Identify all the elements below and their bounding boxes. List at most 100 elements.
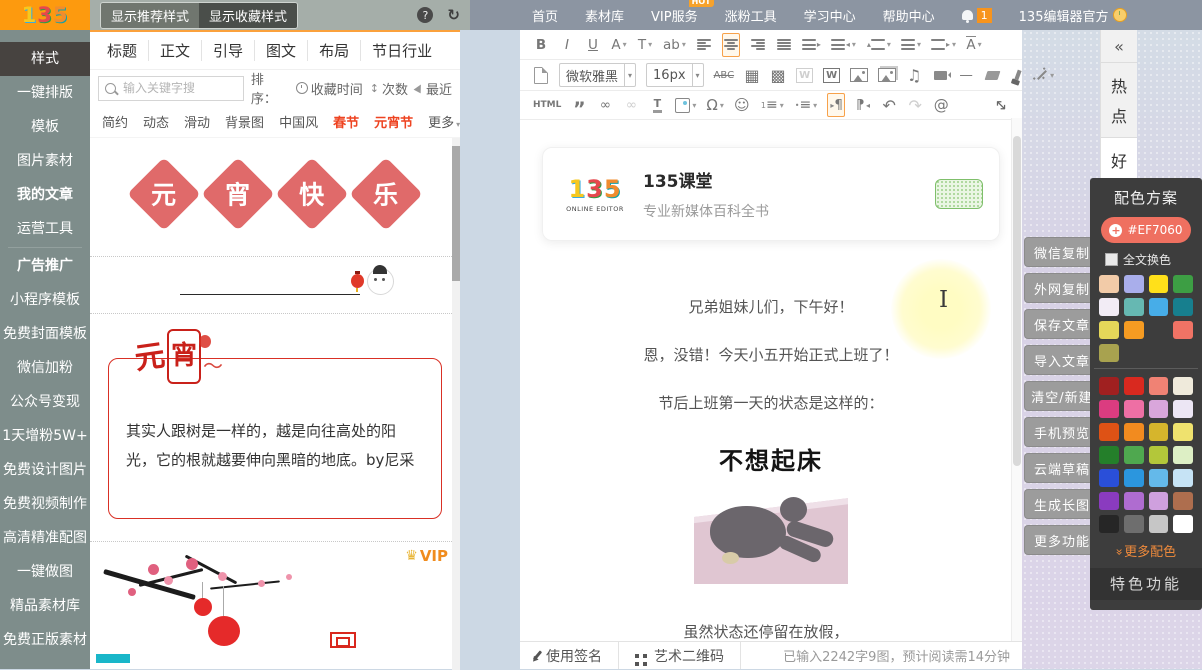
text-background-button[interactable]: ab▾ <box>663 34 686 56</box>
meme-image[interactable]: 不想起床 <box>694 441 848 584</box>
clear-new-button[interactable]: 清空/新建 <box>1024 381 1100 411</box>
image-gallery-button[interactable] <box>878 64 896 86</box>
color-swatch[interactable] <box>1149 377 1169 395</box>
tab-title-styles[interactable]: 标题 <box>96 40 149 61</box>
sidebar-item-hd-images[interactable]: 高清精准配图 <box>0 521 90 555</box>
sidebar-item-fans-growth[interactable]: 1天增粉5W+ <box>0 419 90 453</box>
align-right-button[interactable] <box>750 34 766 56</box>
strikethrough-button[interactable]: ABC <box>714 64 735 86</box>
tab-guide-styles[interactable]: 引导 <box>202 40 255 61</box>
category-dynamic[interactable]: 动态 <box>143 112 169 131</box>
sidebar-item-styles[interactable]: 样式 <box>0 42 90 76</box>
underline-button[interactable]: U <box>585 34 601 56</box>
more-colors-button[interactable]: »更多配色 <box>1090 538 1202 563</box>
style-item-lantern-diamonds[interactable]: 元 宵 快 乐 <box>90 138 460 257</box>
color-swatch[interactable] <box>1099 377 1119 395</box>
show-recommended-styles-button[interactable]: 显示推荐样式 <box>101 3 199 28</box>
bold-button[interactable]: B <box>533 34 549 56</box>
align-left-button[interactable] <box>696 34 712 56</box>
html-source-button[interactable]: HTML <box>533 94 561 116</box>
insert-music-button[interactable]: ♫ <box>906 64 922 86</box>
unordered-list-button[interactable]: •≡▾ <box>794 94 817 116</box>
color-swatch[interactable] <box>1149 446 1169 464</box>
category-more[interactable]: 更多▾ <box>428 112 460 131</box>
wechat-copy-button[interactable]: 微信复制 <box>1024 237 1100 267</box>
sidebar-item-one-click-layout[interactable]: 一键排版 <box>0 76 90 110</box>
indent-button[interactable]: ▸ <box>802 34 821 56</box>
line-height-button[interactable]: ▾ <box>901 34 921 56</box>
external-copy-button[interactable]: 外网复制 <box>1024 273 1100 303</box>
color-swatch[interactable] <box>1124 446 1144 464</box>
align-justify-button[interactable] <box>776 34 792 56</box>
scrollbar-thumb[interactable] <box>452 146 460 281</box>
rtl-paragraph-button[interactable]: ¶◂ <box>855 94 871 116</box>
nav-home[interactable]: 首页 <box>532 6 558 25</box>
editor-content[interactable]: 135 ONLINE EDITOR 135课堂 专业新媒体百科全书 兄弟姐妹儿们… <box>520 120 1022 644</box>
sidebar-item-ad-promotion[interactable]: 广告推广 <box>0 249 90 283</box>
style-item-chick-divider[interactable] <box>90 257 460 314</box>
color-swatch[interactable] <box>1099 298 1119 316</box>
ordered-list-button[interactable]: 1≡▾ <box>760 94 784 116</box>
color-swatch[interactable] <box>1124 515 1144 533</box>
color-swatch[interactable] <box>1099 469 1119 487</box>
sidebar-item-free-cover-templates[interactable]: 免费封面模板 <box>0 317 90 351</box>
sidebar-item-operation-tools[interactable]: 运营工具 <box>0 212 90 246</box>
category-simple[interactable]: 简约 <box>102 112 128 131</box>
color-swatch[interactable] <box>1173 469 1193 487</box>
use-signature-button[interactable]: 使用签名 <box>520 642 619 669</box>
color-swatch[interactable] <box>1149 423 1169 441</box>
color-swatch[interactable] <box>1124 377 1144 395</box>
insert-link-button[interactable]: ∞ <box>597 94 613 116</box>
unlink-button[interactable]: ∞ <box>623 94 639 116</box>
color-swatch[interactable] <box>1124 423 1144 441</box>
sidebar-item-wechat-fans[interactable]: 微信加粉 <box>0 351 90 385</box>
redo-button[interactable]: ↷ <box>907 94 923 116</box>
color-swatch[interactable] <box>1124 321 1144 339</box>
outdent-button[interactable]: ◂▾ <box>831 34 856 56</box>
tab-hot-topics[interactable]: 热点 <box>1101 63 1137 138</box>
sidebar-item-templates[interactable]: 模板 <box>0 110 90 144</box>
sort-by-recent[interactable]: 最近 <box>415 79 452 98</box>
format-painter-button[interactable] <box>1010 64 1026 86</box>
sidebar-item-image-material[interactable]: 图片素材 <box>0 144 90 178</box>
nav-vip-service[interactable]: VIP服务HOT <box>651 6 698 25</box>
color-swatch[interactable] <box>1099 515 1119 533</box>
sidebar-item-free-video-production[interactable]: 免费视频制作 <box>0 487 90 521</box>
color-swatch[interactable] <box>1173 423 1193 441</box>
color-swatch[interactable] <box>1173 321 1193 339</box>
category-lantern-festival[interactable]: 元宵节 <box>374 112 413 131</box>
follow-button[interactable] <box>935 179 983 209</box>
style-item-quote-box[interactable]: 元 宵 〜 其实人跟树是一样的，越是向往高处的阳光，它的根就越要伸向黑暗的地底。… <box>90 314 460 542</box>
text-direction-button[interactable]: A▾ <box>966 34 982 56</box>
color-swatch[interactable] <box>1149 275 1169 293</box>
insert-table-button[interactable]: ▦ <box>744 64 760 86</box>
color-swatch[interactable] <box>1124 469 1144 487</box>
font-size-select[interactable]: 16px▾ <box>646 63 704 87</box>
show-favorite-styles-button[interactable]: 显示收藏样式 <box>199 3 297 28</box>
blockquote-button[interactable]: ” <box>571 98 587 120</box>
generate-long-image-button[interactable]: 生成长图 <box>1024 489 1100 519</box>
135-classroom-card[interactable]: 135 ONLINE EDITOR 135课堂 专业新媒体百科全书 <box>542 147 1000 241</box>
app-logo[interactable]: 135 <box>0 0 90 30</box>
style-list-scrollbar[interactable] <box>452 138 460 670</box>
art-qrcode-button[interactable]: 艺术二维码 <box>619 642 741 669</box>
search-input[interactable] <box>121 80 237 96</box>
mention-button[interactable]: @ <box>933 94 949 116</box>
paragraph[interactable]: 兄弟姐妹儿们，下午好！ <box>520 297 1022 318</box>
text-border-button[interactable]: T <box>649 94 665 116</box>
container-style-button[interactable]: ▾ <box>675 94 696 116</box>
nav-material-library[interactable]: 素材库 <box>585 6 624 25</box>
sort-by-favorite-time[interactable]: 收藏时间 <box>296 79 363 98</box>
color-swatch[interactable] <box>1099 275 1119 293</box>
color-swatch[interactable] <box>1173 446 1193 464</box>
text-effect-button[interactable]: T▾ <box>637 34 653 56</box>
new-document-button[interactable] <box>533 64 549 86</box>
save-article-button[interactable]: 保存文章 <box>1024 309 1100 339</box>
paragraph-spacing-button[interactable]: ▴▾ <box>866 34 891 56</box>
tab-layout-styles[interactable]: 布局 <box>308 40 361 61</box>
undo-button[interactable]: ↶ <box>881 94 897 116</box>
notifications[interactable]: 1 <box>962 8 992 23</box>
color-swatch[interactable] <box>1149 298 1169 316</box>
mobile-preview-button[interactable]: 手机预览 <box>1024 417 1100 447</box>
eraser-button[interactable] <box>984 64 1000 86</box>
